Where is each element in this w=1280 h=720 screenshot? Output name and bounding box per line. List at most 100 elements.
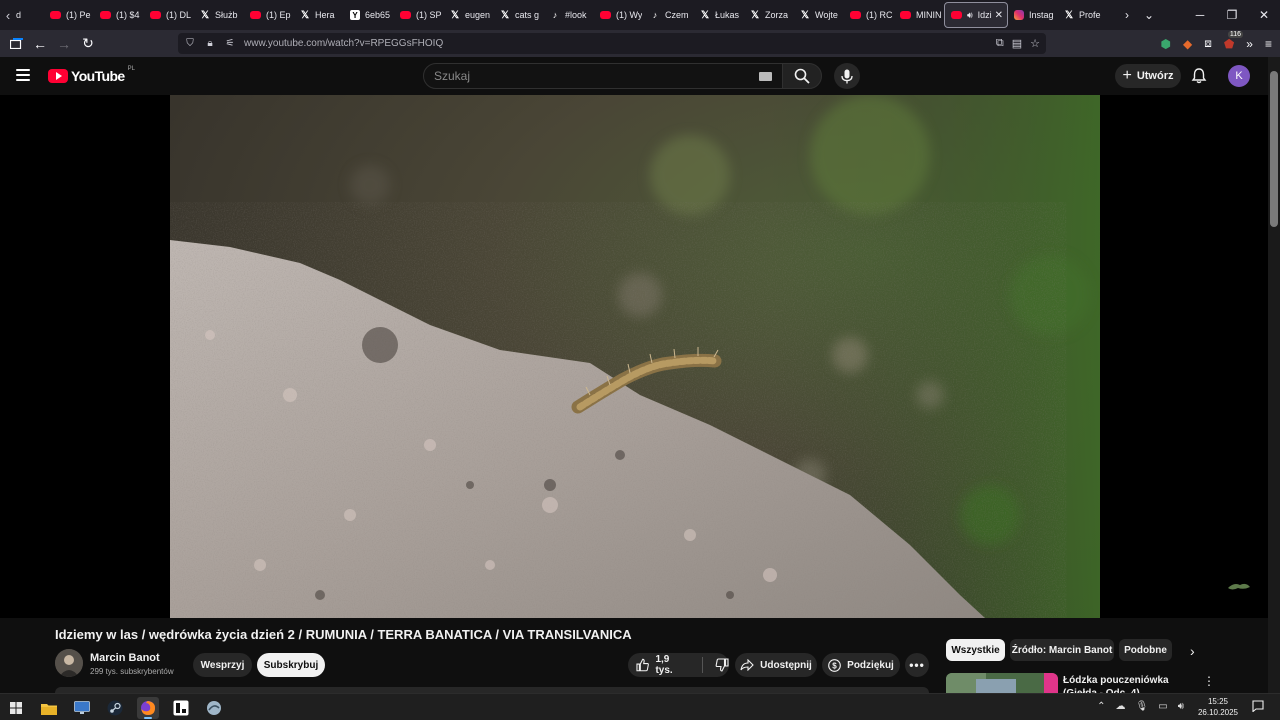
ublock-extension-icon[interactable]: ⬟ 116 bbox=[1224, 30, 1244, 51]
browser-tab[interactable]: 𝕏 Służb bbox=[194, 2, 244, 28]
picture-in-picture-icon[interactable]: ⧉ bbox=[996, 37, 1004, 50]
recommendation-thumbnail[interactable] bbox=[946, 673, 1058, 693]
x-favicon-icon: 𝕏 bbox=[750, 9, 760, 21]
video-player[interactable] bbox=[170, 95, 1100, 618]
browser-tab[interactable]: (1) RC bbox=[844, 2, 894, 28]
notifications-bell-icon[interactable] bbox=[1190, 67, 1208, 85]
recommendation-title[interactable]: Łódzka pouczeniówka (Giełda - Odc. 4) bbox=[1063, 674, 1198, 693]
browser-tab[interactable]: ♪ Czem bbox=[644, 2, 694, 28]
browser-tab[interactable]: (1) Pe bbox=[44, 2, 94, 28]
scroll-tabs-left-icon[interactable]: ‹ bbox=[0, 0, 16, 30]
channel-name[interactable]: Marcin Banot bbox=[90, 652, 160, 664]
chip-related[interactable]: Podobne bbox=[1119, 639, 1172, 661]
x-favicon-icon: 𝕏 bbox=[450, 9, 460, 21]
close-tab-icon[interactable]: ✕ bbox=[995, 10, 1003, 21]
network-icon[interactable]: ▭ bbox=[1158, 701, 1167, 712]
keyboard-icon[interactable] bbox=[759, 72, 772, 81]
search-button[interactable] bbox=[782, 63, 822, 89]
volume-icon[interactable]: 🔊︎ bbox=[1178, 701, 1184, 712]
browser-tab[interactable]: 𝕏 Łukas bbox=[694, 2, 744, 28]
browser-tab[interactable]: MININ bbox=[894, 2, 944, 28]
extensions-puzzle-icon[interactable]: ⧈ bbox=[1204, 36, 1212, 51]
close-window-icon[interactable]: ✕ bbox=[1248, 8, 1280, 22]
create-button[interactable]: + Utwórz bbox=[1115, 64, 1181, 88]
reload-icon[interactable]: ↻ bbox=[76, 32, 100, 56]
like-button[interactable]: 1,9 tys. bbox=[636, 654, 688, 676]
tab-label: (1) SP bbox=[416, 10, 442, 20]
tab-label: d bbox=[16, 10, 22, 20]
youtube-logo-text: YouTube bbox=[71, 68, 125, 84]
chip-from-channel[interactable]: Źródło: Marcin Banot bbox=[1010, 639, 1114, 661]
onedrive-cloud-icon[interactable]: ☁ bbox=[1116, 701, 1126, 712]
channel-watermark-icon[interactable] bbox=[1226, 580, 1252, 592]
show-hidden-icons-chevron-icon[interactable]: ⌃ bbox=[1097, 701, 1105, 712]
reader-view-icon[interactable]: ▤ bbox=[1012, 37, 1022, 50]
browser-tab[interactable]: 𝕏 Hera bbox=[294, 2, 344, 28]
microphone-tray-icon[interactable]: 🎙︎ bbox=[1136, 701, 1149, 712]
file-explorer-icon[interactable] bbox=[38, 697, 60, 719]
browser-tab[interactable]: (1) Ep bbox=[244, 2, 294, 28]
share-button[interactable]: Udostępnij bbox=[735, 653, 817, 677]
thanks-button[interactable]: $ Podziękuj bbox=[822, 653, 900, 677]
chevron-right-icon[interactable]: › bbox=[1190, 643, 1195, 659]
browser-tab[interactable]: 𝕏 Wojte bbox=[794, 2, 844, 28]
firefox-icon[interactable] bbox=[137, 697, 159, 719]
account-avatar[interactable]: K bbox=[1228, 65, 1250, 87]
browser-tab[interactable]: 𝕏eugen bbox=[444, 2, 494, 28]
windows-start-icon[interactable] bbox=[5, 697, 27, 719]
browser-tab[interactable]: 𝕏cats g bbox=[494, 2, 544, 28]
forward-arrow-icon[interactable]: → bbox=[52, 32, 76, 56]
browser-tab-partial[interactable]: d bbox=[16, 2, 44, 28]
browser-tab[interactable]: (1) $4 bbox=[94, 2, 144, 28]
browser-tab[interactable]: Instag bbox=[1008, 2, 1058, 28]
permissions-icon[interactable]: ⚟ bbox=[224, 38, 236, 49]
browser-tab[interactable]: Y 6eb65 bbox=[344, 2, 394, 28]
taskbar-clock[interactable]: 15:25 26.10.2025 bbox=[1196, 696, 1240, 718]
channel-avatar[interactable] bbox=[55, 649, 83, 677]
youtube-logo[interactable]: YouTube PL bbox=[48, 66, 135, 84]
scroll-tabs-right-icon[interactable]: › bbox=[1116, 8, 1138, 22]
browser-tab[interactable]: (1) DL bbox=[144, 2, 194, 28]
browser-tab[interactable]: ♪ #look bbox=[544, 2, 594, 28]
address-bar[interactable]: ⛉ 🔒︎ ⚟ www.youtube.com/watch?v=RPEGGsFHO… bbox=[178, 33, 1046, 54]
back-arrow-icon[interactable]: ← bbox=[28, 32, 52, 56]
scrollbar-thumb[interactable] bbox=[1270, 71, 1278, 227]
browser-tab[interactable]: (1) SP bbox=[394, 2, 444, 28]
support-button[interactable]: Wesprzyj bbox=[193, 653, 252, 677]
steam-icon[interactable] bbox=[104, 697, 126, 719]
shield-extension-icon[interactable]: ⬢ bbox=[1161, 37, 1171, 51]
browser-tab[interactable]: 𝕏 Profe bbox=[1058, 2, 1108, 28]
tracking-protection-shield-icon[interactable]: ⛉ bbox=[184, 38, 196, 49]
audio-playing-icon[interactable]: 🔊︎ bbox=[967, 10, 973, 21]
pinned-app-icon[interactable] bbox=[203, 697, 225, 719]
notification-center-icon[interactable] bbox=[1252, 700, 1264, 712]
overflow-chevrons-icon[interactable]: » bbox=[1246, 37, 1253, 51]
voice-search-button[interactable] bbox=[834, 63, 860, 89]
lock-icon[interactable]: 🔒︎ bbox=[204, 38, 216, 49]
chip-all[interactable]: Wszystkie bbox=[946, 639, 1005, 661]
guide-menu-icon[interactable] bbox=[16, 69, 30, 81]
bookmark-star-icon[interactable]: ☆ bbox=[1030, 37, 1040, 50]
remote-desktop-icon[interactable] bbox=[71, 697, 93, 719]
browser-tab[interactable]: 🔊︎ Idzi ✕ bbox=[944, 2, 1008, 28]
list-all-tabs-icon[interactable]: ⌄ bbox=[1138, 8, 1160, 22]
more-actions-button[interactable]: ••• bbox=[905, 653, 929, 677]
restore-window-icon[interactable]: ❐ bbox=[1216, 8, 1248, 22]
page-scrollbar[interactable] bbox=[1268, 57, 1280, 693]
fox-extension-icon[interactable]: ◆ bbox=[1183, 37, 1192, 51]
url-text[interactable]: www.youtube.com/watch?v=RPEGGsFHOIQ bbox=[244, 38, 443, 49]
recommendation-more-icon[interactable]: ⋮ bbox=[1203, 674, 1215, 688]
sidebar-toggle-icon[interactable] bbox=[4, 32, 28, 56]
subscribe-button[interactable]: Subskrybuj bbox=[257, 653, 325, 677]
search-icon bbox=[794, 68, 810, 84]
extension-badge-count: 116 bbox=[1227, 30, 1244, 38]
app-window-icon[interactable] bbox=[170, 697, 192, 719]
app-menu-icon[interactable]: ≡ bbox=[1265, 37, 1272, 51]
youtube-favicon-icon bbox=[100, 11, 111, 19]
browser-tab[interactable]: 𝕏 Zorza bbox=[744, 2, 794, 28]
search-input[interactable] bbox=[434, 69, 754, 83]
minimize-window-icon[interactable]: ─ bbox=[1184, 8, 1216, 22]
dislike-button[interactable] bbox=[715, 658, 729, 672]
browser-tab[interactable]: (1) Wy bbox=[594, 2, 644, 28]
like-count: 1,9 tys. bbox=[655, 654, 673, 676]
